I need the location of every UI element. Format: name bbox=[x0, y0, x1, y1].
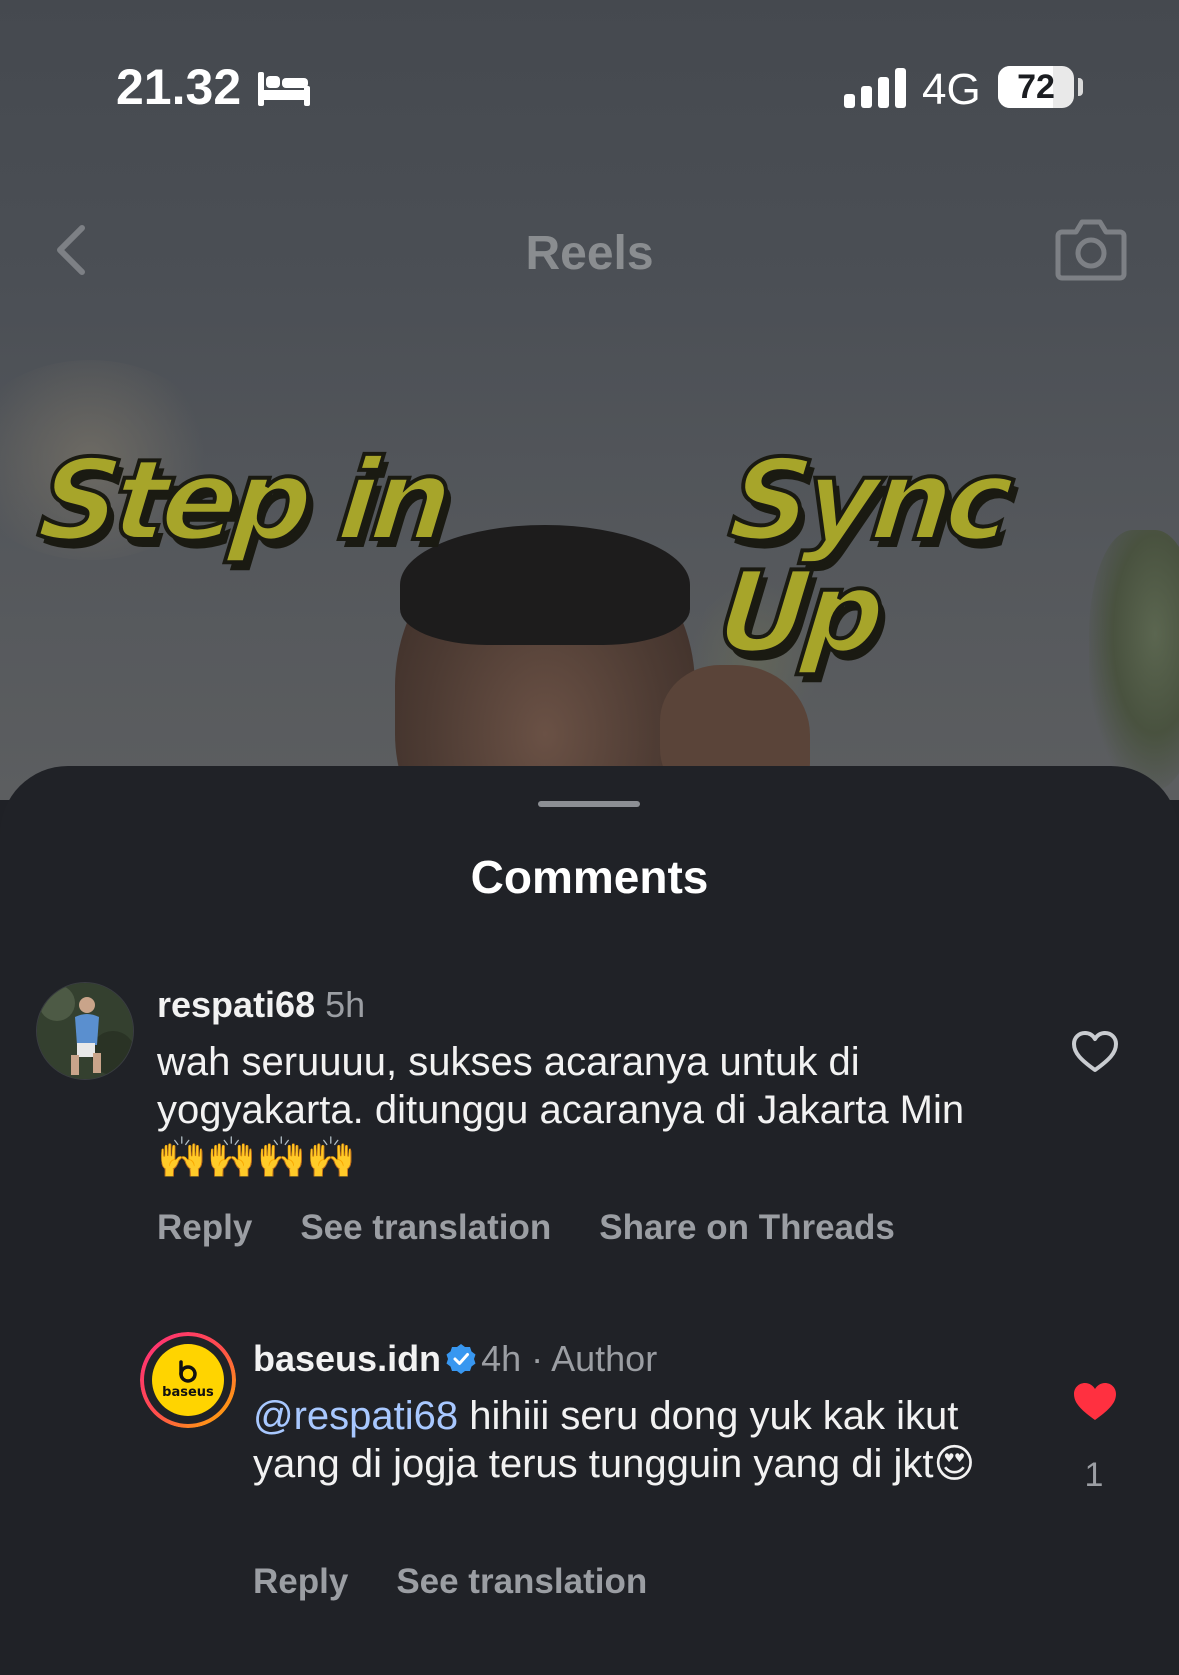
comment-time: 5h bbox=[325, 984, 366, 1025]
battery-tip bbox=[1078, 78, 1083, 96]
comment-text: wah seruuuu, sukses acaranya untuk di yo… bbox=[157, 1040, 965, 1180]
reel-video-background: Step in Sync Up bbox=[0, 0, 1179, 800]
battery-percentage: 72 bbox=[1017, 68, 1055, 106]
network-type: 4G bbox=[922, 65, 981, 114]
comment-actions: Reply See translation bbox=[253, 1562, 695, 1602]
comment-text: @respati68 hihiii seru dong yuk kak ikut… bbox=[253, 1392, 993, 1488]
reel-person-hair bbox=[400, 525, 690, 645]
sheet-drag-handle[interactable] bbox=[538, 801, 640, 807]
avatar[interactable]: baseus bbox=[140, 1332, 236, 1428]
brand-wordmark: baseus bbox=[162, 1385, 214, 1400]
avatar[interactable] bbox=[36, 982, 134, 1080]
reel-overlay-text-right: Sync Up bbox=[710, 434, 1015, 680]
page-title: Reels bbox=[525, 227, 654, 280]
battery-indicator: 72 bbox=[998, 66, 1074, 108]
see-translation-button[interactable]: See translation bbox=[300, 1208, 551, 1247]
share-on-threads-button[interactable]: Share on Threads bbox=[599, 1208, 895, 1247]
runner-avatar-image bbox=[37, 983, 133, 1079]
mention-link[interactable]: @respati68 bbox=[253, 1394, 458, 1438]
like-count: 1 bbox=[1084, 1456, 1104, 1494]
comment-username[interactable]: respati68 bbox=[157, 984, 315, 1025]
verified-badge-icon bbox=[446, 1344, 476, 1374]
comment-header: baseus.idn 4h · Author bbox=[253, 1338, 657, 1380]
baseus-logo-avatar: baseus bbox=[140, 1332, 236, 1428]
comments-title: Comments bbox=[470, 851, 709, 903]
reel-overlay-text-left: Step in bbox=[31, 434, 454, 568]
heart-filled-icon[interactable] bbox=[1071, 1380, 1119, 1424]
reply-button[interactable]: Reply bbox=[253, 1562, 348, 1601]
heart-outline-icon[interactable] bbox=[1071, 1030, 1119, 1074]
author-label: Author bbox=[551, 1338, 658, 1379]
bed-icon bbox=[258, 72, 310, 106]
comment-username[interactable]: baseus.idn bbox=[253, 1338, 441, 1379]
camera-icon[interactable] bbox=[1054, 212, 1128, 284]
signal-icon bbox=[844, 68, 906, 108]
see-translation-button[interactable]: See translation bbox=[396, 1562, 647, 1601]
reply-button[interactable]: Reply bbox=[157, 1208, 252, 1247]
comment-actions: Reply See translation Share on Threads bbox=[157, 1208, 943, 1248]
meta-separator: · bbox=[521, 1338, 552, 1379]
comment-time: 4h bbox=[481, 1338, 522, 1379]
comment-header: respati68 5h bbox=[157, 984, 365, 1026]
status-time: 21.32 bbox=[116, 59, 242, 115]
